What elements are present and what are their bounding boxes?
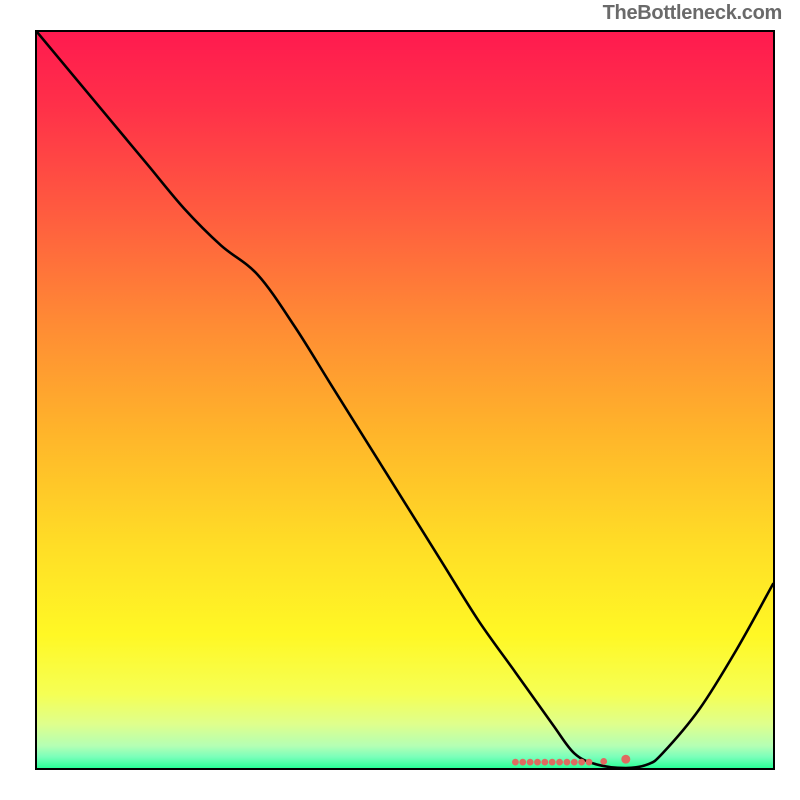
marker-dot xyxy=(541,759,548,766)
marker-dot xyxy=(586,759,593,766)
marker-dot xyxy=(564,759,571,766)
marker-dot xyxy=(549,759,556,766)
marker-dot xyxy=(600,758,607,765)
marker-dot xyxy=(571,759,578,766)
marker-dot xyxy=(519,759,526,766)
watermark-text: TheBottleneck.com xyxy=(603,2,782,25)
chart-svg xyxy=(37,32,773,768)
chart-plot-area xyxy=(35,30,775,770)
marker-dot xyxy=(578,759,585,766)
marker-dot xyxy=(621,755,630,764)
marker-dot xyxy=(512,759,519,766)
marker-dot xyxy=(527,759,534,766)
gradient-background xyxy=(37,32,773,768)
marker-dot xyxy=(556,759,563,766)
marker-dot xyxy=(534,759,541,766)
